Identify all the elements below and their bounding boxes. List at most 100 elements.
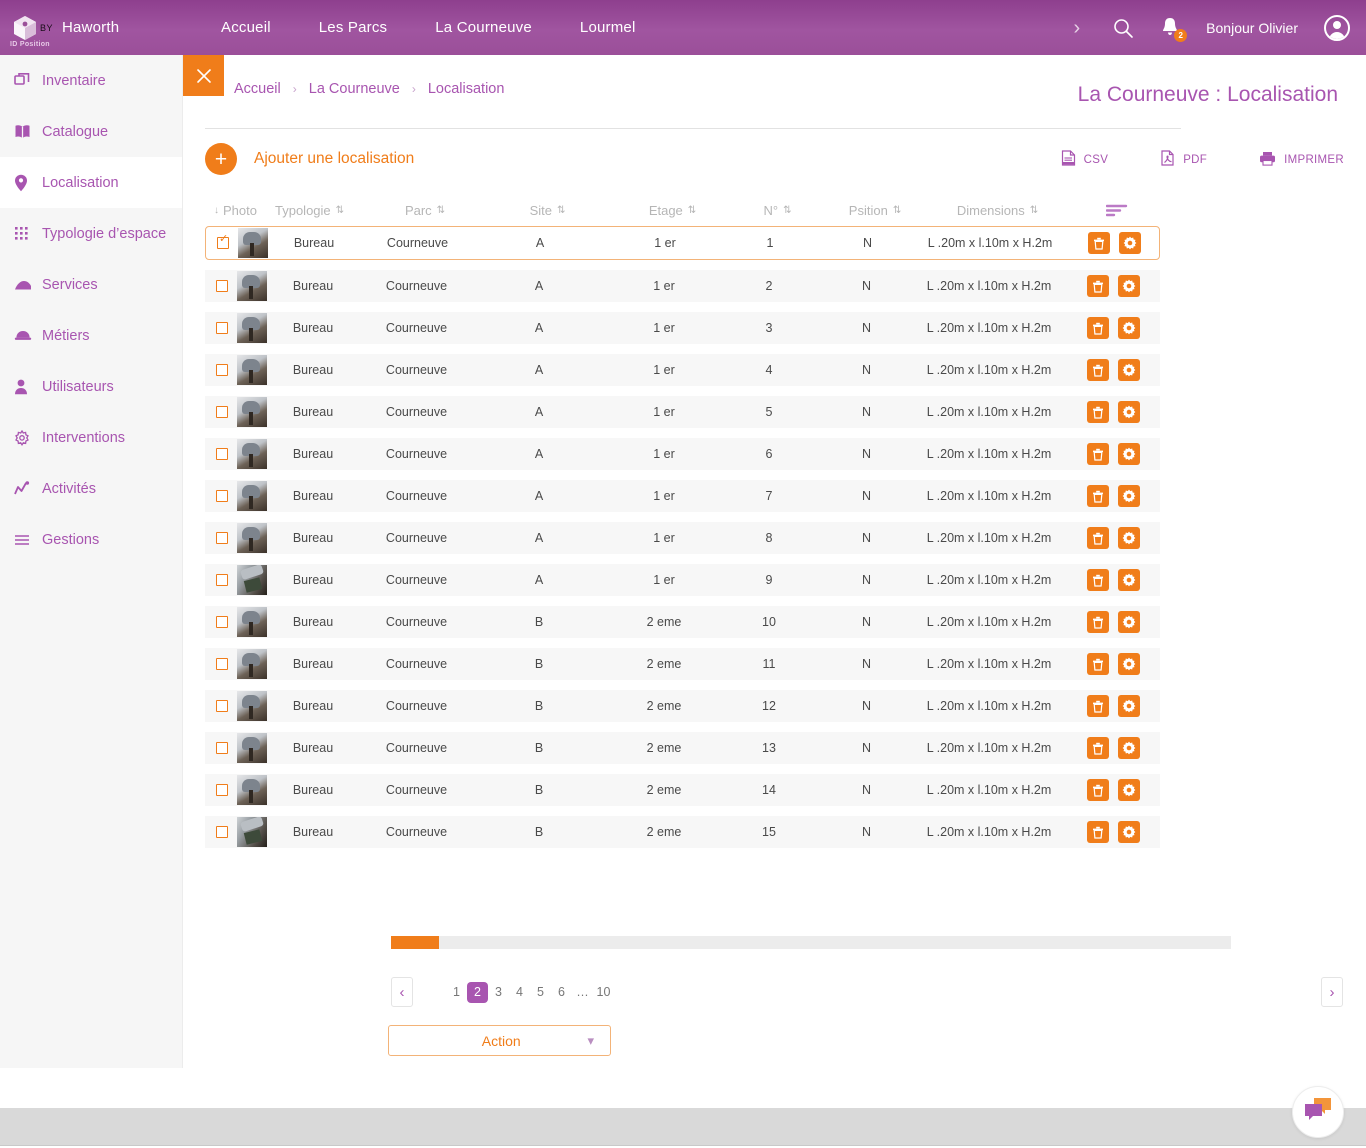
delete-row-button[interactable] (1087, 569, 1109, 591)
row-photo-thumbnail[interactable] (237, 271, 267, 301)
horizontal-scrollbar[interactable] (391, 936, 1231, 949)
breadcrumb-item-la-courneuve[interactable]: La Courneuve (309, 81, 400, 97)
pagination-prev-button[interactable]: ‹ (391, 977, 413, 1007)
delete-row-button[interactable] (1087, 443, 1109, 465)
sidebar-item-activites[interactable]: Activités (0, 463, 182, 514)
nav-tab-accueil[interactable]: Accueil (197, 19, 295, 36)
action-select[interactable]: Action ▾ (388, 1025, 611, 1056)
settings-row-button[interactable] (1118, 569, 1140, 591)
row-checkbox[interactable] (216, 658, 228, 670)
row-photo-thumbnail[interactable] (237, 523, 267, 553)
sidebar-item-gestions[interactable]: Gestions (0, 514, 182, 565)
row-photo-thumbnail[interactable] (237, 649, 267, 679)
row-checkbox[interactable] (216, 616, 228, 628)
row-checkbox[interactable] (216, 742, 228, 754)
table-row[interactable]: BureauCourneuveA1 er8NL .20m x l.10m x H… (205, 522, 1160, 554)
filter-lines-icon[interactable] (1106, 204, 1160, 217)
row-photo-thumbnail[interactable] (237, 607, 267, 637)
row-photo-thumbnail[interactable] (237, 355, 267, 385)
table-row[interactable]: BureauCourneuveB2 eme11NL .20m x l.10m x… (205, 648, 1160, 680)
bell-icon[interactable]: 2 (1160, 16, 1180, 40)
table-row[interactable]: BureauCourneuveA1 er6NL .20m x l.10m x H… (205, 438, 1160, 470)
row-checkbox[interactable] (216, 280, 228, 292)
sidebar-item-inventaire[interactable]: Inventaire (0, 55, 182, 106)
row-checkbox[interactable] (216, 448, 228, 460)
export-csv-button[interactable]: CSV (1061, 150, 1109, 169)
table-row[interactable]: BureauCourneuveB2 eme13NL .20m x l.10m x… (205, 732, 1160, 764)
breadcrumb-item-accueil[interactable]: Accueil (234, 81, 281, 97)
pagination-page-10[interactable]: 10 (593, 982, 614, 1003)
row-photo-thumbnail[interactable] (237, 439, 267, 469)
settings-row-button[interactable] (1119, 232, 1141, 254)
row-photo-thumbnail[interactable] (237, 817, 267, 847)
scrollbar-thumb[interactable] (391, 936, 439, 949)
row-photo-thumbnail[interactable] (238, 228, 268, 258)
table-row[interactable]: BureauCourneuveB2 eme15NL .20m x l.10m x… (205, 816, 1160, 848)
column-header-parc[interactable]: Parc ⇅ (367, 203, 482, 218)
add-localisation-button[interactable]: + Ajouter une localisation (205, 143, 414, 175)
delete-row-button[interactable] (1087, 611, 1109, 633)
sidebar-item-metiers[interactable]: Métiers (0, 310, 182, 361)
delete-row-button[interactable] (1087, 527, 1109, 549)
table-row[interactable]: BureauCourneuveA1 er3NL .20m x l.10m x H… (205, 312, 1160, 344)
settings-row-button[interactable] (1118, 359, 1140, 381)
settings-row-button[interactable] (1118, 653, 1140, 675)
pagination-page-3[interactable]: 3 (488, 982, 509, 1003)
column-header-dimensions[interactable]: Dimensions ⇅ (927, 203, 1067, 218)
nav-tab-lourmel[interactable]: Lourmel (556, 19, 660, 36)
column-header-psition[interactable]: Psition ⇅ (822, 203, 927, 218)
pagination-page-4[interactable]: 4 (509, 982, 530, 1003)
row-photo-thumbnail[interactable] (237, 397, 267, 427)
settings-row-button[interactable] (1118, 317, 1140, 339)
settings-row-button[interactable] (1118, 695, 1140, 717)
delete-row-button[interactable] (1087, 485, 1109, 507)
sidebar-item-utilisateurs[interactable]: Utilisateurs (0, 361, 182, 412)
row-checkbox[interactable] (217, 237, 229, 249)
settings-row-button[interactable] (1118, 401, 1140, 423)
sidebar-item-typologie-despace[interactable]: Typologie d’espace (0, 208, 182, 259)
row-checkbox[interactable] (216, 532, 228, 544)
breadcrumb-item-localisation[interactable]: Localisation (428, 81, 505, 97)
row-checkbox[interactable] (216, 364, 228, 376)
nav-tab-les-parcs[interactable]: Les Parcs (295, 19, 412, 36)
row-photo-thumbnail[interactable] (237, 733, 267, 763)
pagination-page-1[interactable]: 1 (446, 982, 467, 1003)
chevron-right-icon[interactable]: › (1068, 18, 1087, 38)
delete-row-button[interactable] (1088, 232, 1110, 254)
settings-row-button[interactable] (1118, 821, 1140, 843)
sidebar-item-interventions[interactable]: Interventions (0, 412, 182, 463)
nav-tab-la-courneuve[interactable]: La Courneuve (411, 19, 556, 36)
delete-row-button[interactable] (1087, 359, 1109, 381)
table-row[interactable]: BureauCourneuveA1 er4NL .20m x l.10m x H… (205, 354, 1160, 386)
settings-row-button[interactable] (1118, 443, 1140, 465)
sidebar-item-localisation[interactable]: Localisation (0, 157, 182, 208)
table-row[interactable]: BureauCourneuveA1 er9NL .20m x l.10m x H… (205, 564, 1160, 596)
row-photo-thumbnail[interactable] (237, 691, 267, 721)
row-photo-thumbnail[interactable] (237, 481, 267, 511)
delete-row-button[interactable] (1087, 401, 1109, 423)
delete-row-button[interactable] (1087, 695, 1109, 717)
table-row[interactable]: BureauCourneuveB2 eme14NL .20m x l.10m x… (205, 774, 1160, 806)
print-button[interactable]: IMPRIMER (1259, 151, 1344, 169)
row-checkbox[interactable] (216, 574, 228, 586)
sidebar-item-services[interactable]: Services (0, 259, 182, 310)
delete-row-button[interactable] (1087, 821, 1109, 843)
table-row[interactable]: BureauCourneuveA1 er5NL .20m x l.10m x H… (205, 396, 1160, 428)
delete-row-button[interactable] (1087, 737, 1109, 759)
settings-row-button[interactable] (1118, 527, 1140, 549)
table-row[interactable]: BureauCourneuveA1 er1NL .20m x l.10m x H… (205, 226, 1160, 260)
close-icon[interactable] (183, 55, 224, 96)
table-row[interactable]: BureauCourneuveB2 eme10NL .20m x l.10m x… (205, 606, 1160, 638)
pagination-page-2[interactable]: 2 (467, 982, 488, 1003)
pagination-next-button[interactable]: › (1321, 977, 1343, 1007)
row-photo-thumbnail[interactable] (237, 313, 267, 343)
chat-widget-button[interactable] (1292, 1086, 1344, 1138)
sidebar-item-catalogue[interactable]: Catalogue (0, 106, 182, 157)
export-pdf-button[interactable]: PDF (1160, 150, 1207, 169)
settings-row-button[interactable] (1118, 779, 1140, 801)
pagination-page-…[interactable]: … (572, 982, 593, 1003)
row-photo-thumbnail[interactable] (237, 565, 267, 595)
pagination-page-5[interactable]: 5 (530, 982, 551, 1003)
row-checkbox[interactable] (216, 406, 228, 418)
row-checkbox[interactable] (216, 784, 228, 796)
